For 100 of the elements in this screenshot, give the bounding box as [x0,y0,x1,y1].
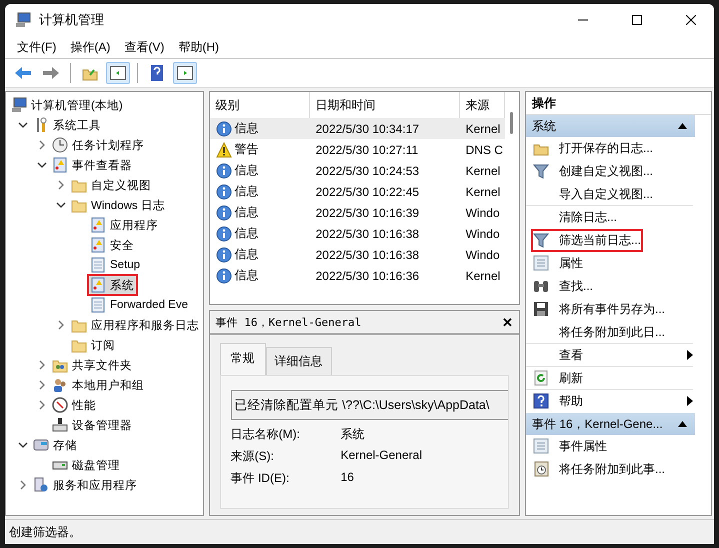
tree-item[interactable]: 共享文件夹 [49,354,136,376]
table-cell: DNS C [466,142,503,156]
tree-item[interactable]: 本地用户和组 [49,374,148,396]
tree-item[interactable]: 系统 [87,274,138,296]
action-link[interactable]: 查找... [530,274,693,298]
field-label: 来源(S): [230,448,275,465]
document-icon [90,257,106,273]
tree-item[interactable]: 性能 [49,394,100,416]
tree-item[interactable]: 安全 [87,234,138,256]
table-cell: Kernel [466,122,500,136]
tree-item[interactable]: 设备管理器 [49,414,136,436]
filter-icon [532,232,549,248]
tree-item[interactable]: 订阅 [68,334,119,356]
tab[interactable]: 详细信息 [266,347,332,375]
back-arrow-icon [14,66,32,80]
field-value: 16 [340,470,355,486]
show-tree-button[interactable] [106,62,130,84]
action-link[interactable]: 刷新 [530,366,693,390]
table-cell: 2022/5/30 10:16:38 [316,226,420,240]
properties-icon [532,255,549,271]
tree-item[interactable]: 自定义视图 [68,174,155,196]
users-icon [52,377,68,393]
help-icon [532,393,549,409]
scrollbar-thumb[interactable] [510,112,514,134]
field-label: 日志名称(M): [230,426,301,443]
menu-item[interactable]: 帮助(H) [172,36,225,58]
log-icon [90,237,106,253]
info-icon [216,184,232,200]
pane-icon [177,66,193,80]
tree-item[interactable]: Forwarded Eve [87,294,192,316]
tree-item[interactable]: 系统工具 [30,114,105,136]
show-action-pane-button[interactable] [173,62,197,84]
event-row[interactable]: 信息 2022/5/30 10:34:17 Kernel [210,118,505,139]
chevron-down-icon[interactable] [37,162,47,168]
clock-icon [532,461,549,477]
info-icon [216,120,232,136]
chevron-down-icon[interactable] [18,442,28,448]
tree-item[interactable]: Windows 日志 [68,194,169,216]
chevron-right-icon[interactable] [39,380,45,390]
menu-item[interactable]: 操作(A) [64,36,116,58]
status-bar: 创建筛选器。 [5,519,714,544]
chevron-right-icon[interactable] [20,480,26,490]
close-button[interactable]: ✕ [502,314,513,330]
action-link[interactable]: 筛选当前日志... [530,228,643,252]
computer-icon [15,12,31,28]
action-link[interactable]: 将任务附加到此事... [530,458,693,480]
table-cell: Kernel [466,164,500,178]
close-icon [686,15,696,25]
chevron-right-icon[interactable] [39,400,45,410]
menu-item[interactable]: 文件(F) [11,36,62,58]
collapse-icon[interactable] [678,421,687,427]
table-cell: Windo [466,248,500,262]
table-cell: Windo [466,206,500,220]
log-icon [52,157,68,173]
action-link[interactable]: 属性 [530,252,693,274]
action-link[interactable]: 将任务附加到此日... [530,320,693,344]
action-link[interactable]: 清除日志... [530,206,693,228]
field-label: 事件 ID(E): [230,470,290,487]
chevron-right-icon[interactable] [39,360,45,370]
computer-icon [11,97,27,113]
message-field[interactable]: 已经清除配置单元 \??\C:\Users\sky\AppData\ [230,390,508,420]
log-icon [90,277,106,293]
table-cell: 2022/5/30 10:16:39 [316,206,420,220]
action-link[interactable]: 导入自定义视图... [530,182,693,206]
table-cell: 2022/5/30 10:16:38 [316,248,420,262]
action-link[interactable]: 打开保存的日志... [530,136,693,160]
menu-item[interactable]: 查看(V) [118,36,170,58]
collapse-icon[interactable] [678,123,687,129]
chevron-down-icon[interactable] [18,122,28,128]
warning-icon [216,142,232,158]
table-cell: 信息 [234,246,259,263]
tree-item[interactable]: 应用程序 [87,214,162,236]
field-value: 系统 [340,426,366,443]
tree-item[interactable]: 服务和应用程序 [30,474,141,496]
tab[interactable]: 常规 [220,343,266,375]
chevron-right-icon[interactable] [58,320,64,330]
tree-item[interactable]: 计算机管理(本地) [8,94,127,116]
action-link[interactable]: 事件属性 [530,434,693,458]
detail-title: 事件 16，Kernel-General [216,314,362,330]
table-cell: 信息 [234,183,259,200]
action-link[interactable]: 将所有事件另存为... [530,298,693,320]
tree-item[interactable]: 磁盘管理 [49,454,124,476]
tree-item[interactable]: 应用程序和服务日志 [68,314,203,336]
binoculars-icon [532,278,549,294]
chevron-right-icon[interactable] [58,180,64,190]
group-header[interactable]: 事件 16，Kernel-Gene... [526,413,695,435]
chevron-down-icon[interactable] [56,202,66,208]
tree-item[interactable]: 任务计划程序 [49,134,148,156]
info-icon [216,204,232,220]
tree-item[interactable]: 事件查看器 [49,154,136,176]
device-icon [52,417,68,433]
action-link[interactable]: 帮助 [530,390,687,412]
log-icon [90,217,106,233]
chevron-right-icon[interactable] [39,140,45,150]
action-link[interactable]: 创建自定义视图... [530,160,693,182]
action-link[interactable]: 查看 [530,344,687,366]
group-title: 系统 [532,118,556,134]
tree-item[interactable]: 存储 [30,434,81,456]
group-header[interactable]: 系统 [526,115,695,137]
tree-item[interactable]: Setup [87,254,144,276]
